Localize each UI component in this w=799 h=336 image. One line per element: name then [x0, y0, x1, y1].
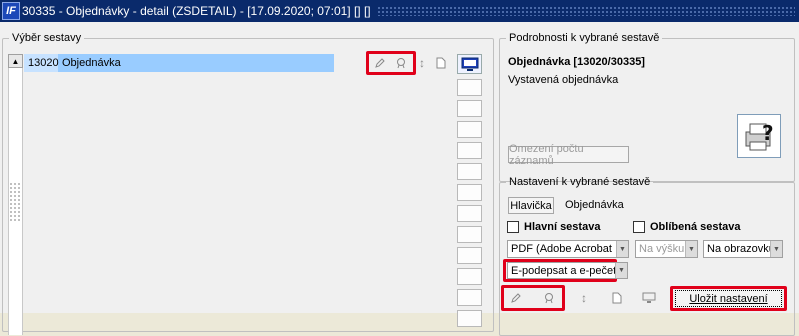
report-row[interactable]: 13020 Objednávka [24, 54, 334, 72]
scroll-up-button[interactable]: ▲ [8, 54, 23, 68]
favorite-report-checkbox[interactable]: Oblíbená sestava [633, 221, 741, 233]
titlebar-pattern [376, 6, 795, 16]
header-value: Objednávka [565, 199, 624, 211]
output-select-value: Na obrazovku [707, 243, 770, 255]
report-detail-legend: Podrobnosti k vybrané sestavě [509, 32, 660, 44]
report-code: 13020 [24, 54, 59, 72]
report-settings-legend: Nastavení k vybrané sestavě [509, 176, 651, 188]
orientation-select[interactable]: Na výšku ▼ [635, 240, 698, 258]
pdf-file-icon[interactable] [434, 55, 448, 71]
row-button[interactable] [457, 268, 482, 285]
row-button[interactable] [457, 247, 482, 264]
report-name: Objednávka [62, 57, 121, 69]
row-button[interactable] [457, 100, 482, 117]
row-button[interactable] [457, 184, 482, 201]
header-button[interactable]: Hlavička [508, 197, 554, 214]
seal-icon[interactable] [392, 55, 410, 71]
favorite-report-label: Oblíbená sestava [650, 221, 741, 233]
chevron-down-icon[interactable]: ▼ [685, 241, 697, 257]
format-select-value: PDF (Adobe Acrobat ... [511, 243, 616, 255]
sort-arrows-icon[interactable]: ↕ [578, 290, 590, 306]
orientation-select-value: Na výšku [639, 243, 685, 255]
preview-screen-button[interactable] [457, 54, 482, 74]
row-button[interactable] [457, 289, 482, 306]
row-button[interactable] [457, 79, 482, 96]
sort-arrows-icon[interactable]: ↕ [416, 55, 428, 71]
row-button[interactable] [457, 142, 482, 159]
pen-sign-icon[interactable] [371, 55, 389, 71]
printer-help-icon: ? [745, 121, 774, 151]
row-button[interactable] [457, 226, 482, 243]
sign-select-value: E-podepsat a e-pečetit [511, 264, 615, 277]
seal-icon[interactable] [540, 290, 558, 306]
row-button[interactable] [457, 121, 482, 138]
limit-records-button[interactable]: Omezení počtu záznamů [508, 143, 629, 167]
main-report-checkbox[interactable]: Hlavní sestava [507, 221, 600, 233]
chevron-down-icon[interactable]: ▼ [616, 241, 628, 257]
monitor-icon [461, 57, 478, 71]
report-selection-legend: Výběr sestavy [12, 32, 82, 44]
chevron-down-icon[interactable]: ▼ [770, 241, 782, 257]
monitor-icon[interactable] [640, 290, 658, 306]
output-select[interactable]: Na obrazovku ▼ [703, 240, 783, 258]
row-button[interactable] [457, 163, 482, 180]
checkbox-box[interactable] [633, 221, 645, 233]
scrollbar-grip[interactable] [9, 182, 22, 222]
report-detail-title: Objednávka [13020/30335] [508, 56, 645, 68]
pdf-file-icon[interactable] [610, 290, 624, 306]
svg-text:?: ? [762, 121, 774, 145]
window-title: 30335 - Objednávky - detail (ZSDETAIL) -… [22, 4, 377, 18]
format-select[interactable]: PDF (Adobe Acrobat ... ▼ [507, 240, 629, 258]
window-titlebar: IF 30335 - Objednávky - detail (ZSDETAIL… [0, 0, 799, 22]
print-button[interactable]: ? [737, 114, 781, 158]
main-content: Výběr sestavy ▲ 13020 Objednávka ↕ Podro… [0, 22, 799, 336]
checkbox-box[interactable] [507, 221, 519, 233]
pen-sign-icon[interactable] [507, 290, 525, 306]
main-report-label: Hlavní sestava [524, 221, 601, 233]
sign-select[interactable]: E-podepsat a e-pečetit ▼ [507, 262, 628, 279]
report-selection-group: Výběr sestavy [2, 32, 494, 332]
save-settings-button[interactable]: Uložit nastavení [675, 290, 782, 307]
report-detail-description: Vystavená objednávka [508, 74, 619, 86]
app-logo-icon: IF [2, 2, 20, 20]
row-button[interactable] [457, 205, 482, 222]
chevron-down-icon[interactable]: ▼ [615, 263, 627, 278]
